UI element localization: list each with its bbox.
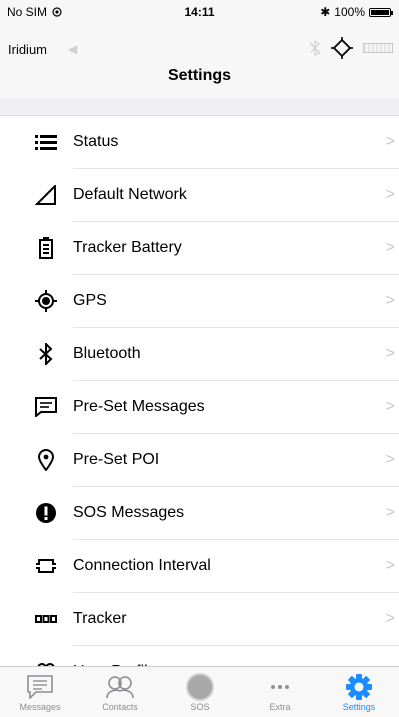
menu-item-connection-interval[interactable]: Connection Interval > <box>0 540 399 593</box>
chevron-right-icon: > <box>385 504 395 521</box>
battery-icon <box>34 236 58 260</box>
battery-icon <box>369 7 393 17</box>
message-icon <box>34 395 58 419</box>
bluetooth-off-icon <box>309 40 321 56</box>
nav-icons-group <box>309 37 393 59</box>
menu-item-pre-set-poi[interactable]: Pre-Set POI > <box>0 434 399 487</box>
tab-bar: Messages Contacts SOS Extra Settings <box>0 666 399 717</box>
menu-item-label: Status <box>73 133 119 150</box>
menu-item-pre-set-messages[interactable]: Pre-Set Messages > <box>0 381 399 434</box>
menu-item-sos-messages[interactable]: SOS Messages > <box>0 487 399 540</box>
more-icon <box>269 673 291 701</box>
settings-gear-icon <box>345 673 373 701</box>
chevron-right-icon: > <box>385 398 395 415</box>
navigation-bar: Iridium ◀ Settings <box>0 22 399 98</box>
bluetooth-icon: ✱ <box>320 5 331 19</box>
back-arrow-icon[interactable]: ◀ <box>68 42 77 56</box>
menu-item-tracker-battery[interactable]: Tracker Battery > <box>0 222 399 275</box>
tab-contacts[interactable]: Contacts <box>80 667 160 717</box>
gps-target-icon[interactable] <box>331 37 353 59</box>
tab-messages[interactable]: Messages <box>0 667 80 717</box>
page-title: Settings <box>167 67 232 84</box>
signal-bar-icon <box>363 43 393 53</box>
menu-item-default-network[interactable]: Default Network > <box>0 169 399 222</box>
bluetooth-icon <box>34 342 58 366</box>
chevron-right-icon: > <box>385 292 395 309</box>
menu-item-label: Bluetooth <box>73 345 141 362</box>
settings-list: Status > Default Network > Tracker Batte… <box>0 116 399 672</box>
tab-extra[interactable]: Extra <box>240 667 320 717</box>
gps-icon <box>34 289 58 313</box>
sos-icon <box>185 673 215 701</box>
menu-item-status[interactable]: Status > <box>0 116 399 169</box>
status-right-group: ✱ 100% <box>320 5 393 19</box>
tab-settings[interactable]: Settings <box>319 667 399 717</box>
menu-item-bluetooth[interactable]: Bluetooth > <box>0 328 399 381</box>
status-bar: No SIM 14:11 ✱ 100% <box>0 0 399 22</box>
menu-item-label: Default Network <box>73 186 187 203</box>
section-divider <box>0 98 399 116</box>
chevron-right-icon: > <box>385 239 395 256</box>
tracker-icon <box>34 607 58 631</box>
alert-icon <box>34 501 58 525</box>
menu-item-gps[interactable]: GPS > <box>0 275 399 328</box>
contacts-icon <box>105 673 135 701</box>
chevron-right-icon: > <box>385 345 395 362</box>
chevron-right-icon: > <box>385 133 395 150</box>
chevron-right-icon: > <box>385 451 395 468</box>
menu-item-label: SOS Messages <box>73 504 185 521</box>
menu-item-label: GPS <box>73 292 107 309</box>
chevron-right-icon: > <box>385 557 395 574</box>
menu-item-label: Pre-Set POI <box>73 451 160 468</box>
tab-label: Settings <box>342 702 376 712</box>
menu-item-tracker[interactable]: Tracker > <box>0 593 399 646</box>
battery-percent: 100% <box>334 5 365 19</box>
chevron-right-icon: > <box>385 610 395 627</box>
menu-item-label: Connection Interval <box>73 557 211 574</box>
menu-item-label: Tracker <box>73 610 127 627</box>
tab-label: SOS <box>190 702 210 712</box>
tab-sos[interactable]: SOS <box>160 667 240 717</box>
signal-triangle-icon <box>34 183 58 207</box>
tab-label: Messages <box>19 702 61 712</box>
messages-icon <box>27 673 53 701</box>
menu-item-label: Tracker Battery <box>73 239 182 256</box>
chevron-right-icon: > <box>385 186 395 203</box>
interval-icon <box>34 554 58 578</box>
list-icon <box>34 130 58 154</box>
menu-item-label: Pre-Set Messages <box>73 398 205 415</box>
tab-label: Extra <box>269 702 291 712</box>
provider-name: Iridium <box>8 42 48 57</box>
tab-label: Contacts <box>102 702 138 712</box>
location-pin-icon <box>34 448 58 472</box>
